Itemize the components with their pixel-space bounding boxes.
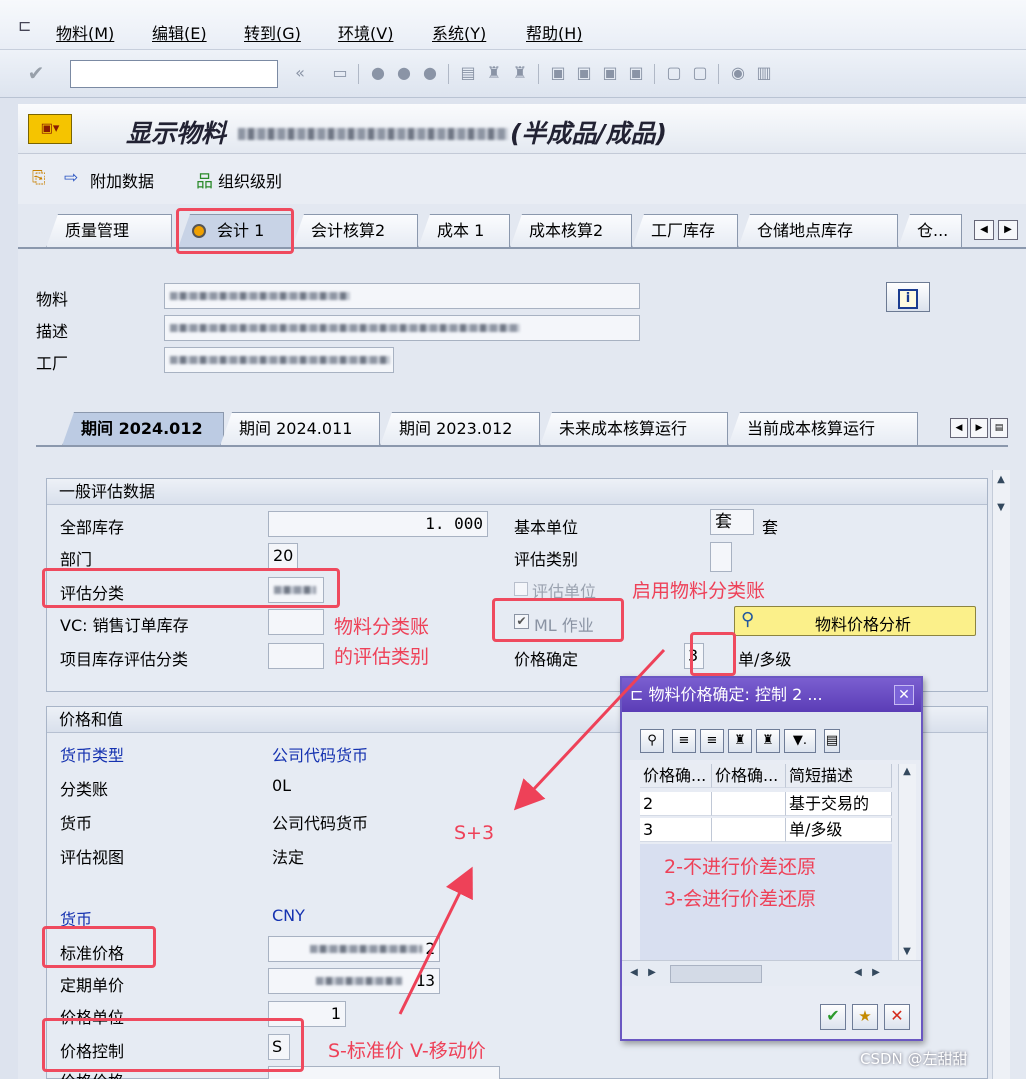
arrow-to-s3-from-price-det	[513, 648, 666, 811]
annotation-arrows	[398, 648, 666, 1015]
watermark: CSDN @左甜甜	[860, 1050, 968, 1068]
arrow-to-s3-from-price-ctrl	[398, 866, 473, 1015]
